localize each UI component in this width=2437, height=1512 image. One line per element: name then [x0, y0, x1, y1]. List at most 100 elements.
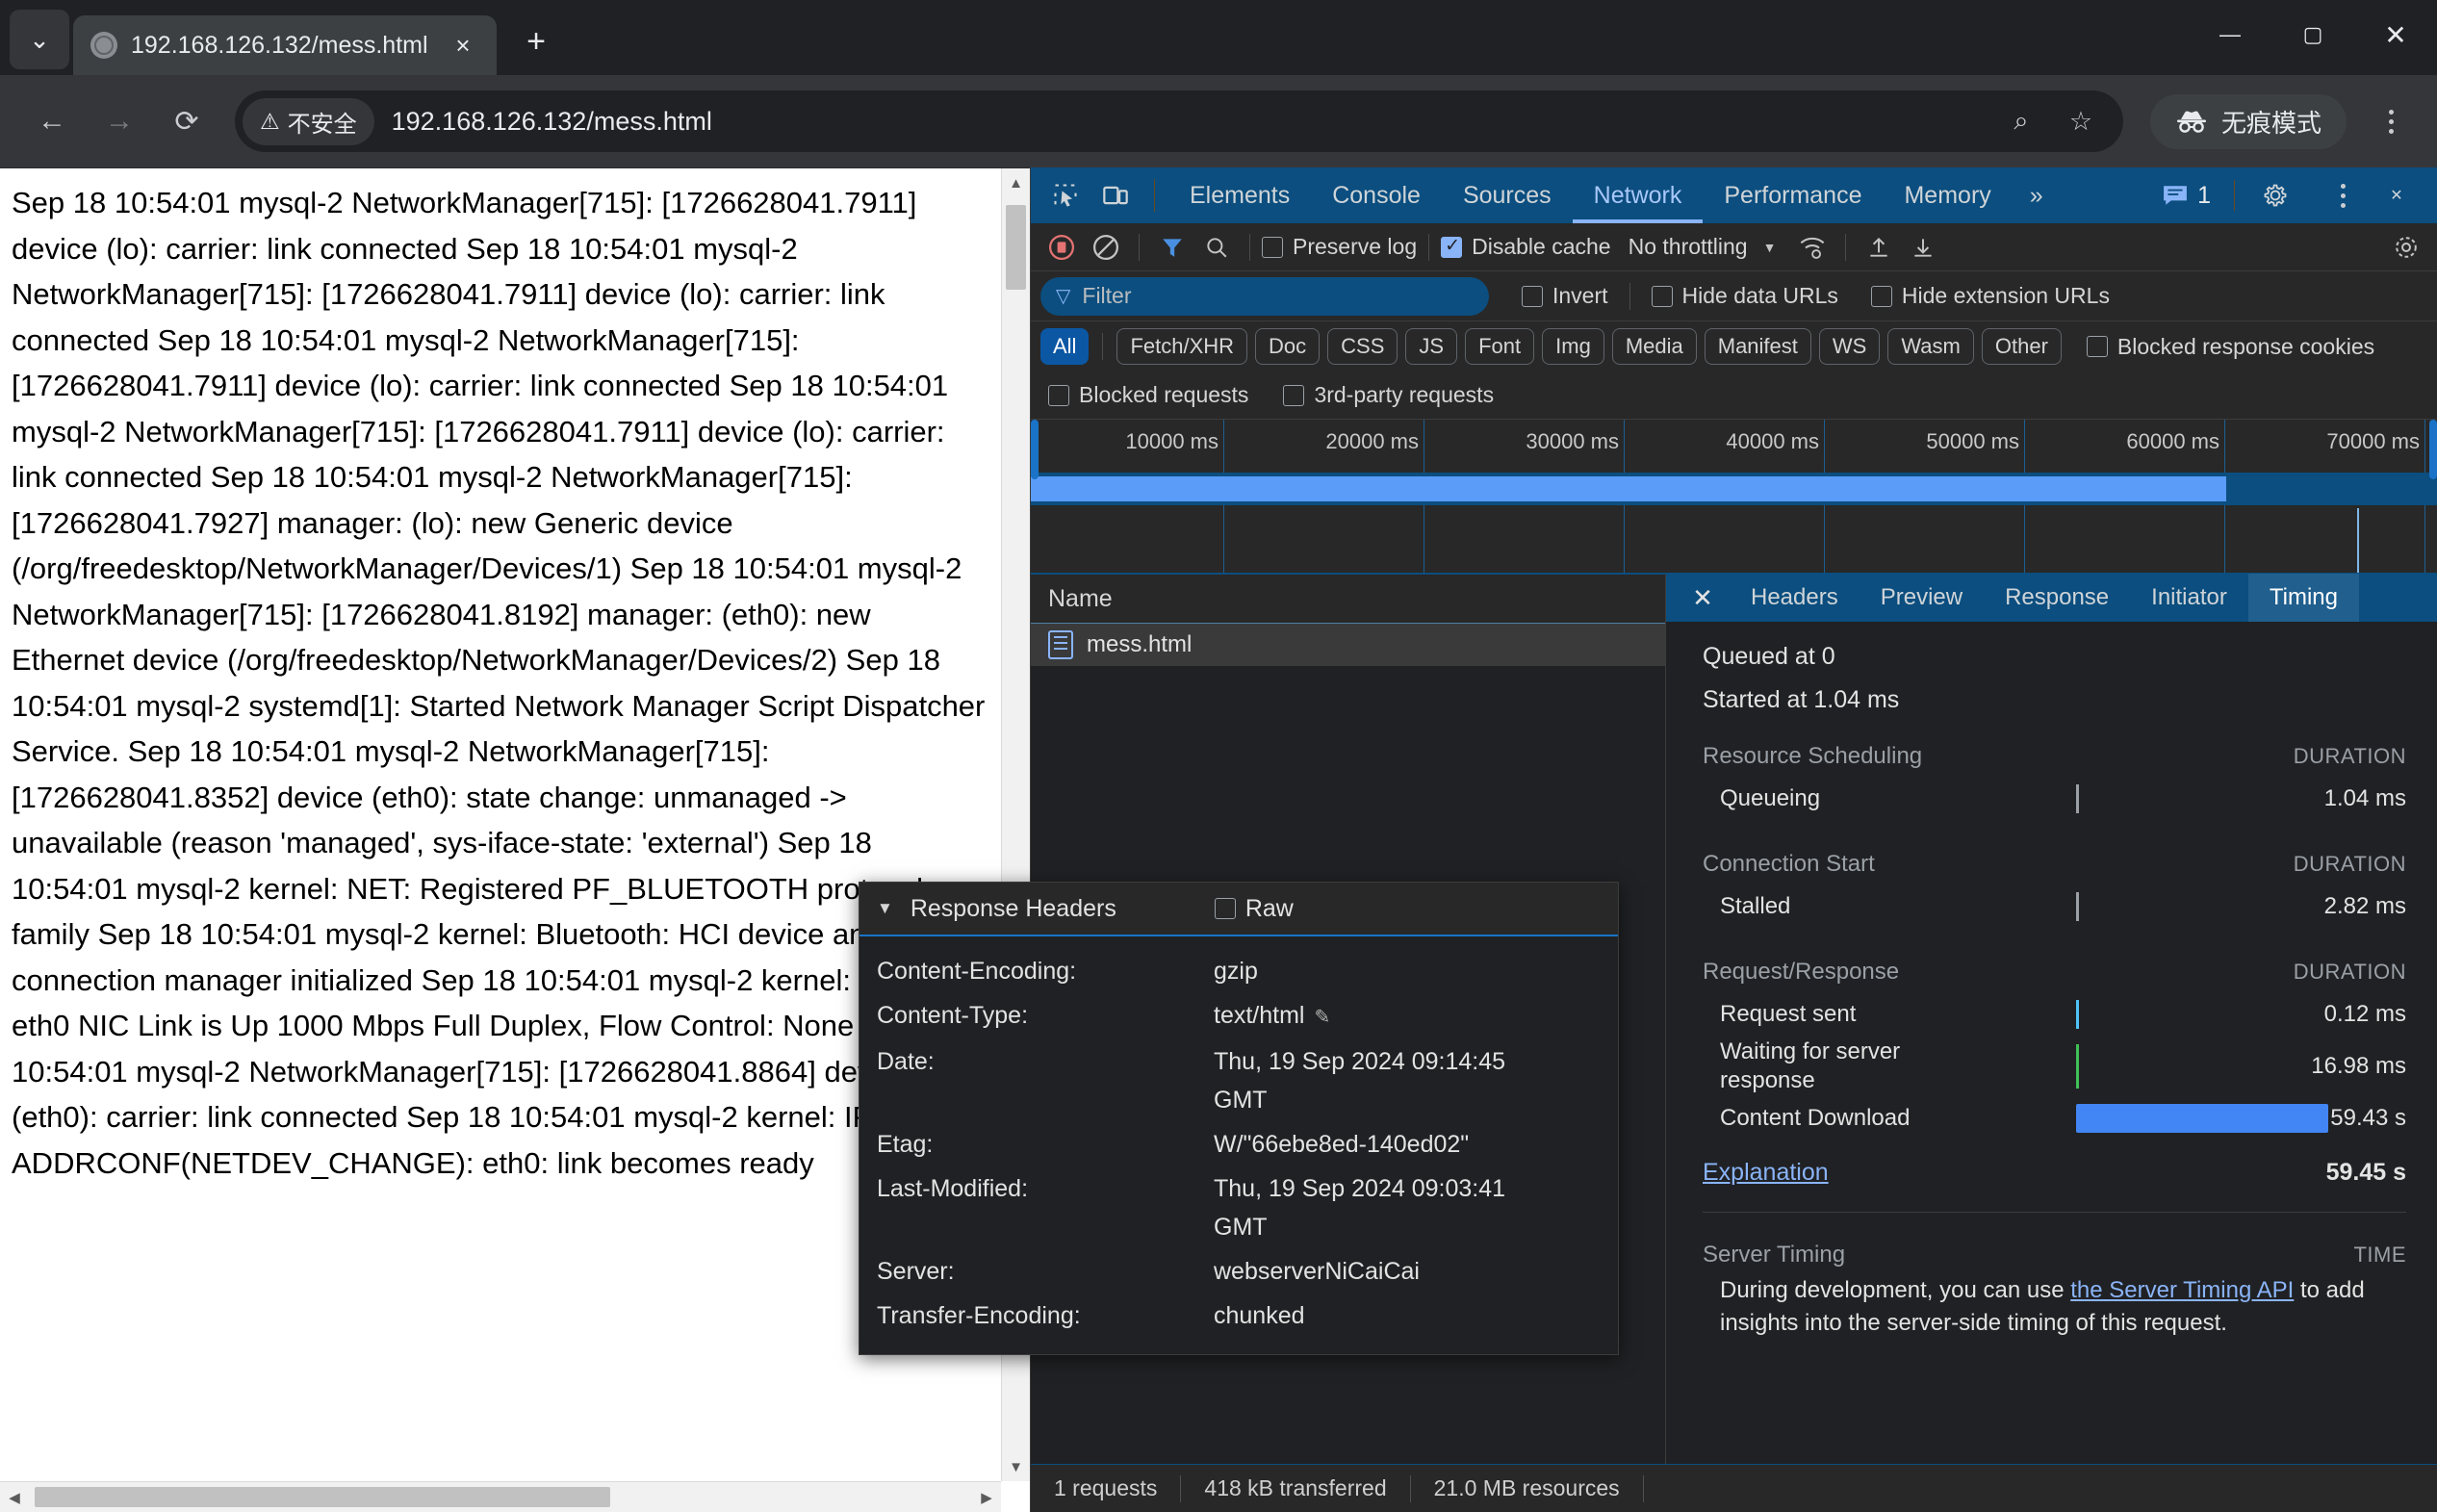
response-headers-rows: Content-Encoding: gzip Content-Type: tex… [859, 936, 1618, 1354]
record-stop-icon[interactable] [1040, 226, 1083, 269]
scroll-down-arrow-icon[interactable]: ▼ [1002, 1452, 1030, 1481]
raw-checkbox[interactable]: Raw [1214, 895, 1294, 923]
timing-row: Waiting for server response 16.98 ms [1703, 1038, 2406, 1095]
inspect-element-icon[interactable] [1040, 170, 1090, 220]
devtools-tab-performance[interactable]: Performance [1703, 167, 1883, 223]
table-row[interactable]: mess.html [1031, 624, 1665, 666]
funnel-icon[interactable] [1151, 226, 1193, 269]
scroll-up-arrow-icon[interactable]: ▲ [1002, 168, 1030, 197]
third-party-requests-checkbox[interactable]: 3rd-party requests [1283, 382, 1494, 408]
vertical-scroll-thumb[interactable] [1006, 205, 1026, 290]
type-filter-media[interactable]: Media [1611, 328, 1697, 365]
preserve-log-checkbox[interactable]: Preserve log [1262, 234, 1417, 260]
request-column-header-name[interactable]: Name [1031, 574, 1665, 624]
zoom-magnifier-icon[interactable]: ⌕ [1996, 96, 2046, 146]
header-key: Date: [877, 1048, 935, 1075]
close-icon[interactable]: × [447, 31, 479, 61]
type-filter-ws[interactable]: WS [1818, 328, 1881, 365]
edit-pencil-icon[interactable]: ✎ [1314, 1007, 1330, 1028]
devtools-tab-memory[interactable]: Memory [1883, 167, 2012, 223]
type-filter-img[interactable]: Img [1542, 328, 1604, 365]
devtools-close-icon[interactable]: ✕ [2372, 170, 2422, 220]
timing-section-header: Connection Start DURATION [1703, 851, 2406, 878]
chevron-down-icon[interactable]: ▼ [1763, 240, 1777, 255]
type-filter-all[interactable]: All [1040, 328, 1090, 365]
details-tab-headers[interactable]: Headers [1730, 574, 1860, 622]
devtools-tab-network[interactable]: Network [1573, 167, 1704, 223]
invert-checkbox[interactable]: Invert [1522, 283, 1608, 309]
window-close-button[interactable]: ✕ [2354, 0, 2437, 69]
overview-selection-handle-right[interactable] [2429, 420, 2437, 479]
type-filter-other[interactable]: Other [1981, 328, 2062, 365]
incognito-indicator[interactable]: 无痕模式 [2149, 93, 2347, 149]
page-horizontal-scrollbar[interactable]: ◀ ▶ [0, 1481, 1001, 1512]
hide-data-urls-checkbox[interactable]: Hide data URLs [1651, 283, 1838, 309]
reload-button[interactable]: ⟳ [156, 90, 218, 152]
kebab-menu-icon[interactable] [2366, 109, 2416, 134]
tab-search-button[interactable]: ⌄ [10, 10, 69, 69]
throttling-select[interactable]: No throttling [1629, 234, 1748, 260]
response-headers-popup-header[interactable]: ▼ Response Headers Raw [859, 883, 1618, 936]
wifi-settings-icon[interactable] [1791, 226, 1834, 269]
triangle-down-icon[interactable]: ▼ [877, 899, 893, 918]
url-text[interactable]: 192.168.126.132/mess.html [392, 107, 1992, 137]
type-filter-js[interactable]: JS [1405, 328, 1458, 365]
back-button[interactable]: ← [21, 90, 83, 152]
timing-duration-header: DURATION [2293, 960, 2406, 984]
horizontal-scroll-thumb[interactable] [35, 1487, 610, 1507]
device-toolbar-icon[interactable] [1090, 170, 1141, 220]
minimize-button[interactable]: — [2189, 0, 2271, 69]
search-icon[interactable] [1195, 226, 1238, 269]
type-filter-fetch-xhr[interactable]: Fetch/XHR [1116, 328, 1248, 365]
disable-cache-checkbox[interactable]: Disable cache [1441, 234, 1611, 260]
type-filter-wasm[interactable]: Wasm [1887, 328, 1974, 365]
devtools-tab-elements[interactable]: Elements [1168, 167, 1311, 223]
divider [2234, 180, 2235, 211]
details-tab-preview[interactable]: Preview [1860, 574, 1984, 622]
gear-icon[interactable] [2250, 170, 2300, 220]
header-value: W/"66ebe8ed-140ed02" [1214, 1131, 1470, 1158]
security-status-chip[interactable]: ⚠ 不安全 [243, 97, 374, 145]
type-filter-font[interactable]: Font [1465, 328, 1535, 365]
server-timing-time-header: TIME [2353, 1243, 2406, 1267]
download-icon[interactable] [1902, 226, 1944, 269]
network-settings-gear-icon[interactable] [2385, 226, 2427, 269]
type-filter-doc[interactable]: Doc [1255, 328, 1321, 365]
devtools-tab-console[interactable]: Console [1311, 167, 1442, 223]
explanation-link[interactable]: Explanation [1703, 1159, 1829, 1187]
hide-data-urls-label: Hide data URLs [1681, 283, 1838, 308]
star-icon[interactable]: ☆ [2056, 96, 2106, 146]
console-message-badge[interactable]: 1 [2155, 182, 2219, 210]
scroll-right-arrow-icon[interactable]: ▶ [972, 1482, 1001, 1512]
checkbox-box [1262, 236, 1283, 258]
overview-tick-label: 30000 ms [1526, 429, 1619, 453]
timing-section-header: Request/Response DURATION [1703, 959, 2406, 986]
network-overview-timeline[interactable]: 10000 ms 20000 ms 30000 ms 40000 ms 5000… [1031, 420, 2437, 574]
server-timing-api-link[interactable]: the Server Timing API [2070, 1277, 2294, 1303]
type-filter-manifest[interactable]: Manifest [1704, 328, 1811, 365]
address-bar[interactable]: ⚠ 不安全 192.168.126.132/mess.html ⌕ ☆ [235, 90, 2123, 152]
hide-extension-urls-checkbox[interactable]: Hide extension URLs [1870, 283, 2110, 309]
filter-input[interactable]: ▽ Filter [1040, 276, 1489, 316]
blocked-requests-checkbox[interactable]: Blocked requests [1048, 382, 1248, 408]
forward-button[interactable]: → [89, 90, 150, 152]
type-filter-css[interactable]: CSS [1327, 328, 1398, 365]
overview-selection-handle-left[interactable] [1031, 420, 1039, 479]
details-tab-timing[interactable]: Timing [2247, 574, 2359, 622]
devtools-kebab-menu-icon[interactable] [2318, 183, 2368, 208]
blocked-response-cookies-checkbox[interactable]: Blocked response cookies [2086, 334, 2374, 360]
scroll-left-arrow-icon[interactable]: ◀ [0, 1482, 29, 1512]
timing-row-bar [1980, 1000, 2233, 1029]
upload-icon[interactable] [1858, 226, 1900, 269]
browser-tab[interactable]: 192.168.126.132/mess.html × [73, 15, 497, 75]
clear-prohibited-icon[interactable] [1085, 226, 1127, 269]
details-tab-response[interactable]: Response [1984, 574, 2130, 622]
more-tabs-icon[interactable]: » [2013, 182, 2059, 210]
new-tab-button[interactable]: + [510, 15, 562, 67]
details-close-icon[interactable]: ✕ [1676, 583, 1730, 613]
overview-tick-label: 10000 ms [1125, 429, 1218, 453]
maximize-button[interactable]: ▢ [2271, 0, 2354, 69]
status-transferred: 418 kB transferred [1204, 1475, 1387, 1500]
devtools-tab-sources[interactable]: Sources [1442, 167, 1573, 223]
details-tab-initiator[interactable]: Initiator [2130, 574, 2248, 622]
